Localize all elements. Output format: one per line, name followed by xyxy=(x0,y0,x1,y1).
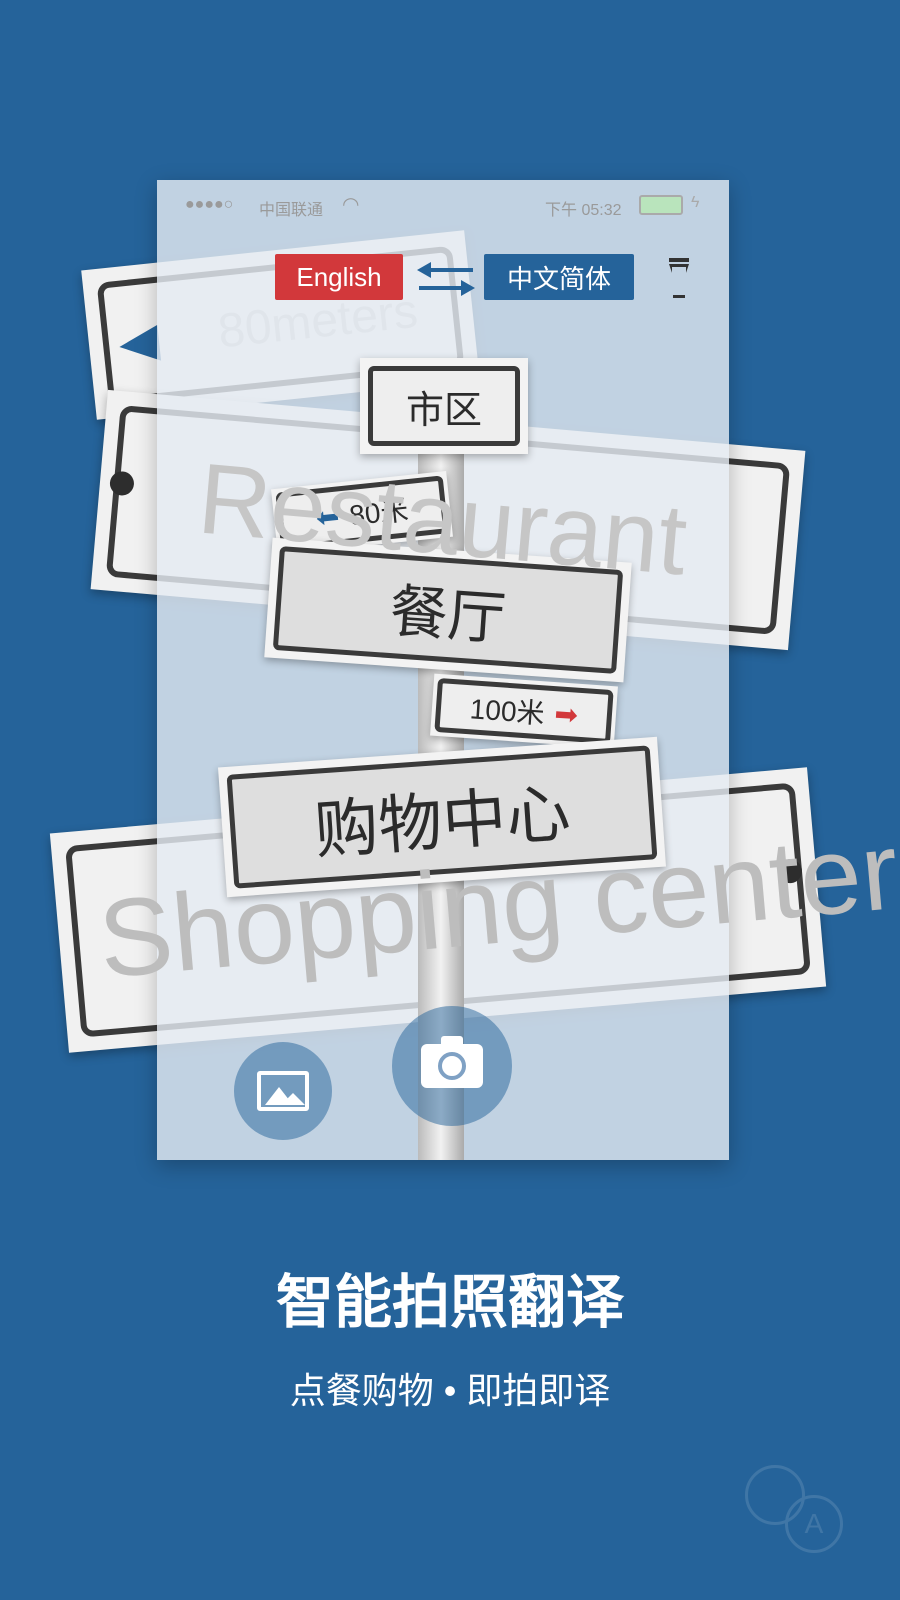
sign-100m: 100米 ➡ xyxy=(430,673,618,749)
sign-text: 购物中心 xyxy=(226,745,658,889)
camera-icon xyxy=(421,1036,483,1088)
gallery-button[interactable] xyxy=(234,1042,332,1140)
flashlight-icon[interactable] xyxy=(669,258,689,298)
carrier: 中国联通 xyxy=(259,202,324,219)
image-icon xyxy=(257,1071,309,1111)
translate-icon: A xyxy=(745,1455,845,1555)
arrow-left-icon: ⬅ xyxy=(314,499,341,534)
wifi-icon: ◠ xyxy=(342,194,360,216)
battery-charging-icon xyxy=(639,195,683,215)
camera-shutter-button[interactable] xyxy=(392,1006,512,1126)
sign-text: 餐厅 xyxy=(272,546,624,674)
subheadline: 点餐购物 • 即拍即译 xyxy=(289,1370,611,1411)
signal-strength: ●●●●○ xyxy=(185,196,234,213)
sign-text: 100米 xyxy=(468,693,546,730)
swap-arrows-icon[interactable] xyxy=(417,258,475,298)
source-language-button[interactable]: English xyxy=(275,254,403,300)
target-language-button[interactable]: 中文简体 xyxy=(484,254,634,300)
sign-text: 80米 xyxy=(347,494,410,532)
charging-bolt-icon: ϟ xyxy=(691,194,700,211)
sign-downtown: 市区 xyxy=(360,358,528,454)
sign-restaurant: 餐厅 xyxy=(264,537,632,683)
status-bar: ●●●●○ 中国联通 ◠ 下午 05:32 ϟ xyxy=(157,180,729,232)
arrow-left-icon xyxy=(117,324,162,365)
clock: 下午 05:32 xyxy=(545,202,622,219)
headline: 智能拍照翻译 xyxy=(275,1270,624,1335)
arrow-right-icon: ➡ xyxy=(553,697,580,731)
sign-text: 市区 xyxy=(368,366,520,446)
